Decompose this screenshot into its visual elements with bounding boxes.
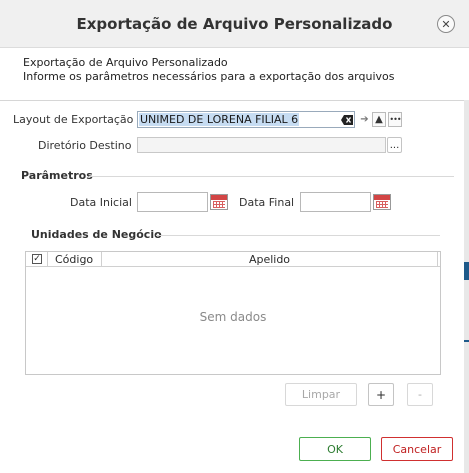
- add-button[interactable]: +: [368, 383, 394, 406]
- cancel-button[interactable]: Cancelar: [381, 437, 453, 461]
- header-divider: [0, 100, 469, 101]
- col-header-codigo[interactable]: Código: [55, 253, 93, 266]
- calendar-icon: [373, 194, 391, 210]
- close-icon: ✕: [441, 17, 451, 31]
- data-final-input[interactable]: [300, 192, 371, 212]
- grid-empty-text: Sem dados: [199, 310, 267, 324]
- data-inicial-calendar-button[interactable]: [210, 194, 228, 210]
- section-divider: [89, 176, 454, 177]
- dialog-titlebar: Exportação de Arquivo Personalizado ✕: [0, 0, 469, 48]
- triangle-up-icon: ▲: [375, 114, 383, 125]
- clear-icon: [340, 114, 353, 125]
- layout-value-text: UNIMED DE LORENA FILIAL 6: [139, 113, 300, 126]
- layout-more-button[interactable]: •••: [388, 112, 402, 127]
- column-separator: [437, 252, 438, 267]
- section-divider: [156, 235, 440, 236]
- parametros-title: Parâmetros: [21, 169, 93, 182]
- destino-input[interactable]: [137, 137, 386, 153]
- browse-button[interactable]: ...: [387, 137, 402, 153]
- limpar-button[interactable]: Limpar: [285, 383, 357, 406]
- remove-button[interactable]: -: [407, 383, 433, 406]
- layout-label: Layout de Exportação: [13, 113, 134, 126]
- background-window-edge: [464, 340, 469, 342]
- layout-input[interactable]: UNIMED DE LORENA FILIAL 6: [137, 111, 355, 128]
- go-layout-button[interactable]: ➔: [358, 113, 371, 126]
- layout-up-button[interactable]: ▲: [372, 112, 386, 127]
- clear-layout-button[interactable]: [340, 113, 353, 126]
- data-inicial-label: Data Inicial: [70, 196, 132, 209]
- background-window-edge: [464, 262, 469, 280]
- more-icon: •••: [389, 115, 401, 124]
- data-final-label: Data Final: [239, 196, 295, 209]
- dialog-title: Exportação de Arquivo Personalizado: [76, 15, 393, 33]
- data-final-calendar-button[interactable]: [373, 194, 391, 210]
- background-window-edge: [464, 100, 469, 473]
- destino-label: Diretório Destino: [38, 139, 132, 152]
- unidades-grid: ✓ Código Apelido Sem dados: [25, 251, 441, 375]
- data-inicial-input[interactable]: [137, 192, 208, 212]
- grid-header: ✓ Código Apelido: [26, 252, 440, 267]
- col-header-apelido[interactable]: Apelido: [101, 253, 438, 266]
- column-separator: [47, 252, 48, 267]
- close-button[interactable]: ✕: [437, 15, 455, 33]
- select-all-checkbox[interactable]: ✓: [32, 254, 42, 264]
- ok-button[interactable]: OK: [299, 437, 371, 461]
- dialog-description: Informe os parâmetros necessários para a…: [23, 70, 395, 83]
- calendar-icon: [210, 194, 228, 210]
- dialog-subtitle: Exportação de Arquivo Personalizado: [23, 56, 228, 69]
- unidades-title: Unidades de Negócio: [31, 228, 162, 241]
- arrow-right-icon: ➔: [360, 114, 369, 125]
